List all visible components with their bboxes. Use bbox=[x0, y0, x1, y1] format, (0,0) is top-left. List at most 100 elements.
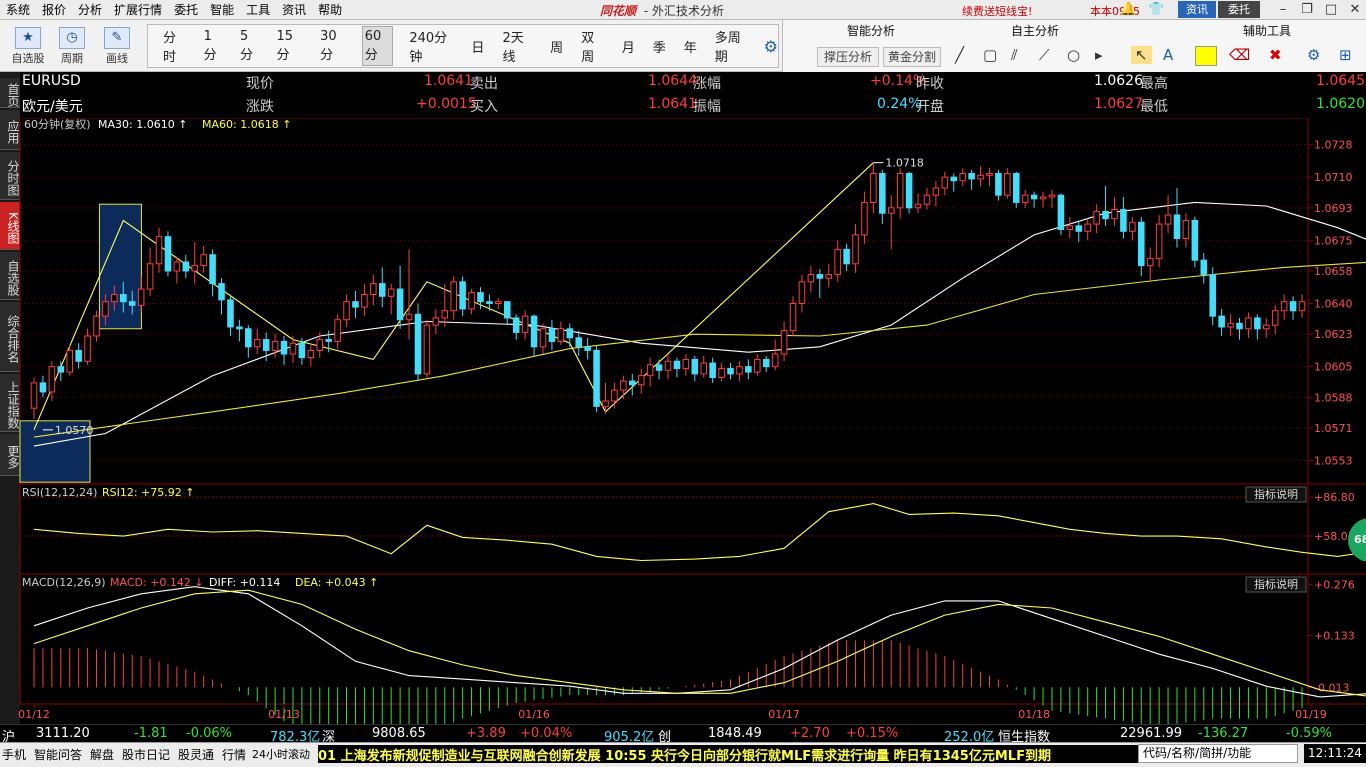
draw-button[interactable]: ✎ 画线 bbox=[95, 25, 139, 69]
task-lingtong[interactable]: 股灵通 bbox=[178, 746, 214, 763]
quote-header: EURUSD 欧元/美元 现价 1.0641 卖出 1.0644 涨幅 +0.1… bbox=[20, 72, 1366, 118]
macd-indicator-1: DIFF: +0.114 bbox=[209, 576, 280, 589]
menu-quote[interactable]: 报价 bbox=[36, 1, 72, 18]
period-9[interactable]: 周 bbox=[548, 35, 565, 58]
delete-icon[interactable]: ✖ bbox=[1269, 46, 1282, 64]
period-1[interactable]: 1分 bbox=[202, 27, 224, 65]
period-0[interactable]: 分时 bbox=[161, 25, 188, 67]
eraser-icon[interactable]: ⌫ bbox=[1229, 46, 1250, 64]
candle-body-11 bbox=[128, 301, 136, 306]
value-chg: +0.0015 bbox=[416, 96, 477, 112]
shirt-icon[interactable]: 👕 bbox=[1148, 2, 1164, 17]
period-13[interactable]: 年 bbox=[682, 35, 699, 58]
candle-body-106 bbox=[977, 174, 984, 180]
menu-system[interactable]: 系统 bbox=[0, 1, 36, 18]
expand-icon[interactable]: ⊞ bbox=[1339, 46, 1352, 64]
period-14[interactable]: 多周期 bbox=[713, 25, 751, 67]
candle-body-111 bbox=[1021, 194, 1029, 203]
golden-section-button[interactable]: 黄金分割 bbox=[883, 47, 941, 67]
rect-tool-icon[interactable]: ▢ bbox=[983, 46, 997, 64]
candle-body-102 bbox=[941, 176, 949, 189]
restore-icon[interactable]: ❐ bbox=[1296, 1, 1318, 18]
candle-body-26 bbox=[262, 339, 270, 351]
period-button[interactable]: ◷ 周期 bbox=[50, 25, 94, 69]
app-name: 外汇技术分析 bbox=[651, 4, 724, 18]
menu-analysis[interactable]: 分析 bbox=[72, 1, 108, 18]
menu-news[interactable]: 资讯 bbox=[276, 1, 312, 18]
task-analysis[interactable]: 解盘 bbox=[90, 746, 114, 763]
sz-percent: +0.04% bbox=[520, 726, 573, 741]
news-ticker[interactable]: 01 上海发布新规促制造业与互联网融合创新发展 10:55 央行今日向部分银行就… bbox=[318, 745, 1138, 763]
candle-body-63 bbox=[593, 349, 600, 407]
close-icon[interactable]: ✕ bbox=[1344, 1, 1366, 18]
task-24h[interactable]: 24小时滚动 bbox=[252, 746, 310, 762]
candle-body-19 bbox=[200, 254, 207, 267]
candle-body-68 bbox=[637, 375, 645, 386]
color-picker[interactable] bbox=[1195, 46, 1217, 66]
period-10[interactable]: 双周 bbox=[579, 25, 606, 67]
candle-body-6 bbox=[84, 335, 91, 362]
period-7[interactable]: 日 bbox=[469, 35, 486, 58]
task-diary[interactable]: 股市日记 bbox=[122, 746, 170, 763]
candle-body-67 bbox=[629, 380, 636, 386]
label-chg: 涨跌 bbox=[246, 99, 274, 115]
period-settings-icon[interactable]: ⚙ bbox=[764, 37, 778, 56]
line-tool-icon[interactable]: ╱ bbox=[955, 46, 964, 64]
candle-body-64 bbox=[602, 400, 609, 407]
smart-analysis-header[interactable]: 智能分析 bbox=[847, 22, 895, 39]
candle-body-131 bbox=[1200, 259, 1208, 276]
period-4[interactable]: 30分 bbox=[318, 27, 348, 65]
menu-help[interactable]: 帮助 bbox=[312, 1, 348, 18]
promo-link[interactable]: 续费送短线宝! bbox=[962, 3, 1032, 19]
circle-tool-icon[interactable]: ○ bbox=[1067, 46, 1080, 64]
menu-trade[interactable]: 委托 bbox=[168, 1, 204, 18]
candle-body-136 bbox=[1245, 317, 1252, 330]
self-stock-button[interactable]: ★ 自选股 bbox=[6, 25, 50, 69]
period-12[interactable]: 季 bbox=[651, 35, 668, 58]
candle-body-5 bbox=[75, 349, 82, 362]
more-tools-icon[interactable]: ▸ bbox=[1095, 46, 1103, 64]
macd-help-label: 指标说明 bbox=[1254, 577, 1298, 591]
menu-smart[interactable]: 智能 bbox=[204, 1, 240, 18]
candle-body-25 bbox=[253, 339, 261, 348]
period-8[interactable]: 2天线 bbox=[500, 25, 534, 67]
candle-body-10 bbox=[120, 293, 127, 303]
hs-value: 22961.99 bbox=[1120, 726, 1183, 741]
maximize-icon[interactable]: □ bbox=[1320, 1, 1342, 18]
assist-tools-header[interactable]: 辅助工具 bbox=[1243, 22, 1291, 39]
minimize-icon[interactable]: – bbox=[1272, 1, 1294, 18]
code-search-input[interactable]: 代码/名称/简拼/功能 bbox=[1138, 744, 1298, 763]
task-mobile[interactable]: 手机 bbox=[2, 746, 26, 763]
period-3[interactable]: 15分 bbox=[274, 27, 304, 65]
trade-button[interactable]: 委托 bbox=[1218, 1, 1260, 18]
period-11[interactable]: 月 bbox=[620, 35, 637, 58]
period-2[interactable]: 5分 bbox=[238, 27, 260, 65]
chart-area[interactable]: 1.0728 1.0710 1.0693 1.0675 1.0658 1.0640 1.06… bbox=[0, 118, 1366, 724]
parallel-tool-icon[interactable]: ⫽ bbox=[1011, 46, 1018, 64]
macd-indicator-2: DEA: +0.043 ↑ bbox=[295, 576, 378, 589]
candle-body-101 bbox=[932, 187, 940, 196]
settings-icon[interactable]: ⚙ bbox=[1307, 46, 1320, 64]
text-tool-icon[interactable]: A bbox=[1163, 46, 1173, 64]
pressure-analysis-button[interactable]: 撑压分析 bbox=[817, 47, 879, 67]
bell-icon[interactable]: 🔔 bbox=[1120, 2, 1136, 17]
pointer-icon[interactable]: ↖ bbox=[1131, 46, 1152, 64]
chart-svg[interactable]: 1.0728 1.0710 1.0693 1.0675 1.0658 1.0640 1.06… bbox=[0, 118, 1366, 724]
period-6[interactable]: 240分钟 bbox=[407, 25, 455, 67]
label-open: 开盘 bbox=[916, 99, 944, 115]
custom-analysis-header[interactable]: 自主分析 bbox=[1011, 22, 1059, 39]
candle-body-56 bbox=[530, 315, 538, 348]
pitchfork-tool-icon[interactable]: ⟋ bbox=[1039, 46, 1050, 64]
menu-tools[interactable]: 工具 bbox=[240, 1, 276, 18]
news-button[interactable]: 资讯 bbox=[1178, 1, 1216, 18]
y-tick-label-8: 1.0588 bbox=[1314, 391, 1353, 404]
menu-extended[interactable]: 扩展行情 bbox=[108, 1, 168, 18]
value-open: 1.0627 bbox=[1094, 96, 1143, 112]
task-qa[interactable]: 智能问答 bbox=[34, 746, 82, 763]
side-tab-0[interactable]: 首页 bbox=[0, 78, 20, 108]
candle-body-18 bbox=[191, 265, 199, 272]
candle-body-103 bbox=[950, 176, 958, 182]
cy-percent: +0.15% bbox=[846, 726, 899, 741]
task-market[interactable]: 行情 bbox=[222, 746, 246, 763]
period-5[interactable]: 60分 bbox=[361, 26, 394, 66]
